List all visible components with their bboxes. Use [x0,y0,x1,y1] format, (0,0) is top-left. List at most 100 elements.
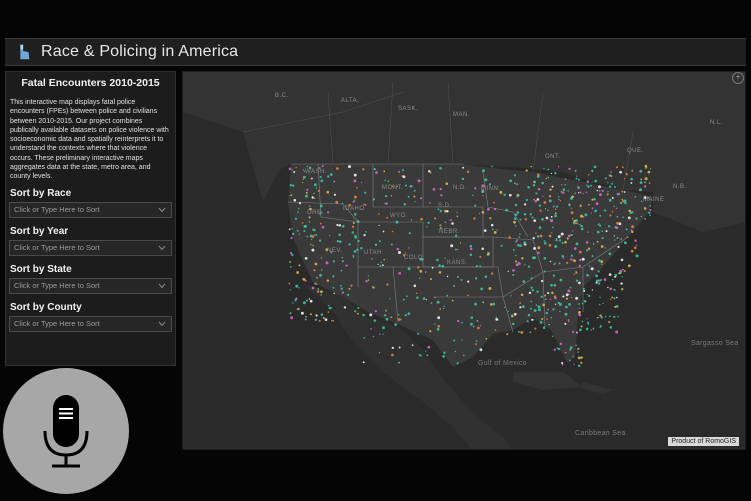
incident-marker [289,312,292,315]
incident-marker [543,240,546,242]
incident-marker [644,167,647,169]
incident-marker [577,347,580,351]
incident-marker [625,228,628,231]
incident-marker [350,284,353,287]
incident-marker [599,193,602,197]
incident-marker [537,246,541,250]
incident-marker [444,257,446,259]
incident-marker [321,164,324,168]
incident-marker [599,325,602,328]
map-label-man: MAN. [453,112,470,118]
incident-marker [483,229,487,232]
incident-marker [520,331,524,334]
map-label-nebr: NEBR. [439,229,460,235]
microphone-icon [43,395,89,468]
incident-marker [607,286,609,289]
incident-marker [306,165,309,168]
map-zoom-button[interactable]: + [732,72,744,84]
incident-marker [649,205,651,207]
incident-marker [340,284,342,287]
incident-marker [520,293,524,297]
incident-marker [414,200,416,203]
incident-marker [620,282,623,285]
incident-marker [500,244,503,247]
incident-marker [536,290,539,293]
incident-marker [533,246,536,250]
incident-marker [518,262,521,265]
incident-marker [390,243,393,246]
incident-marker [616,296,618,299]
incident-marker [495,318,499,321]
incident-marker [411,185,413,187]
incident-marker [384,314,387,317]
incident-marker [586,293,588,296]
incident-marker [302,178,304,181]
sort-state-dropdown[interactable]: Click or Type Here to Sort [9,277,172,294]
sort-race-dropdown[interactable]: Click or Type Here to Sort [9,201,172,218]
incident-marker [521,305,525,309]
incident-marker [549,298,552,301]
app-header: Race & Policing in America [5,38,746,66]
incident-marker [601,189,604,193]
incident-marker [418,354,421,356]
incident-marker [529,307,532,310]
incident-marker [384,179,386,182]
incident-marker [597,224,599,226]
incident-marker [579,204,582,207]
incident-marker [609,315,611,318]
incident-marker [295,166,297,169]
sort-year-dropdown[interactable]: Click or Type Here to Sort [9,239,172,256]
incident-marker [532,236,535,240]
sort-race-label: Sort by Race [10,187,72,199]
incident-marker [631,225,634,229]
incident-marker [578,250,582,254]
incident-marker [306,188,309,191]
incident-marker [598,259,601,262]
incident-marker [492,228,494,231]
sort-county-dropdown[interactable]: Click or Type Here to Sort [9,315,172,332]
incident-marker [313,183,317,187]
incident-marker [304,257,308,260]
incident-marker [329,173,333,176]
incident-marker [611,197,614,199]
incident-marker [598,279,601,282]
incident-marker [609,298,612,300]
incident-marker [516,239,519,241]
incident-marker [550,283,553,287]
incident-marker [567,319,570,321]
sort-year-placeholder: Click or Type Here to Sort [14,243,100,253]
incident-marker [416,296,419,299]
incident-marker [384,202,386,204]
incident-marker [363,337,366,339]
incident-marker [551,219,554,221]
map-label-minn: MINN. [481,186,501,192]
map-view[interactable]: B.C. ALTA. SASK. MAN. ONT. QUE. N.B. N.L… [182,71,746,450]
incident-marker [424,271,427,273]
incident-marker [575,344,577,347]
incident-marker [523,213,527,216]
incident-marker [539,321,543,324]
incident-marker [478,212,481,215]
incident-marker [603,209,606,211]
incident-marker [302,277,306,281]
incident-marker [578,303,580,305]
map-label-nev: NEV. [327,248,343,254]
incident-marker [588,294,591,298]
sort-county-label: Sort by County [10,301,82,313]
incident-marker [311,196,314,199]
incident-marker [599,224,602,227]
incident-marker [519,302,522,305]
incident-marker [449,219,452,222]
incident-marker [552,308,555,311]
incident-marker [549,260,552,263]
voice-search-button[interactable] [3,368,129,494]
incident-marker [516,183,519,186]
incident-marker [576,222,579,225]
incident-marker [611,211,614,213]
incident-marker [621,198,624,201]
incident-marker [508,193,512,197]
incident-marker [313,197,316,199]
incident-marker [529,213,532,216]
incident-marker [315,283,318,286]
incident-marker [580,214,583,218]
